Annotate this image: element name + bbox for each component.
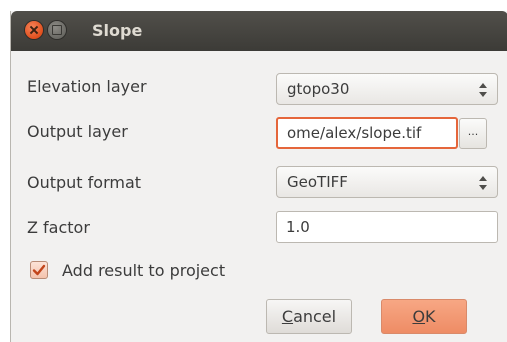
window-title: Slope bbox=[92, 21, 143, 40]
ok-button[interactable]: OK bbox=[381, 299, 467, 334]
close-window-button[interactable] bbox=[25, 21, 43, 39]
cancel-button[interactable]: Cancel bbox=[266, 299, 352, 334]
elevation-layer-label: Elevation layer bbox=[27, 77, 147, 96]
ok-label-rest: K bbox=[425, 307, 436, 326]
checkmark-icon bbox=[32, 264, 46, 276]
add-result-checkbox[interactable] bbox=[30, 261, 48, 279]
combobox-arrows-icon bbox=[479, 83, 487, 97]
z-factor-input[interactable] bbox=[276, 211, 498, 243]
title-bar: Slope bbox=[11, 11, 507, 51]
output-format-value: GeoTIFF bbox=[287, 173, 348, 191]
ok-mnemonic: O bbox=[412, 307, 426, 326]
minimize-window-button[interactable] bbox=[48, 21, 66, 39]
elevation-layer-combobox[interactable]: gtopo30 bbox=[276, 73, 498, 105]
output-format-label: Output format bbox=[27, 173, 142, 192]
combobox-arrows-icon bbox=[479, 176, 487, 190]
cancel-mnemonic: C bbox=[281, 307, 294, 326]
output-layer-label: Output layer bbox=[27, 122, 128, 141]
output-format-combobox[interactable]: GeoTIFF bbox=[276, 166, 498, 198]
slope-dialog: Slope Elevation layer gtopo30 Output lay… bbox=[10, 11, 507, 342]
elevation-layer-value: gtopo30 bbox=[287, 80, 350, 98]
cancel-label-rest: ancel bbox=[293, 307, 337, 326]
z-factor-label: Z factor bbox=[27, 218, 90, 237]
output-layer-input[interactable] bbox=[276, 117, 458, 149]
add-result-label[interactable]: Add result to project bbox=[62, 261, 225, 280]
browse-button[interactable]: ... bbox=[459, 118, 487, 149]
